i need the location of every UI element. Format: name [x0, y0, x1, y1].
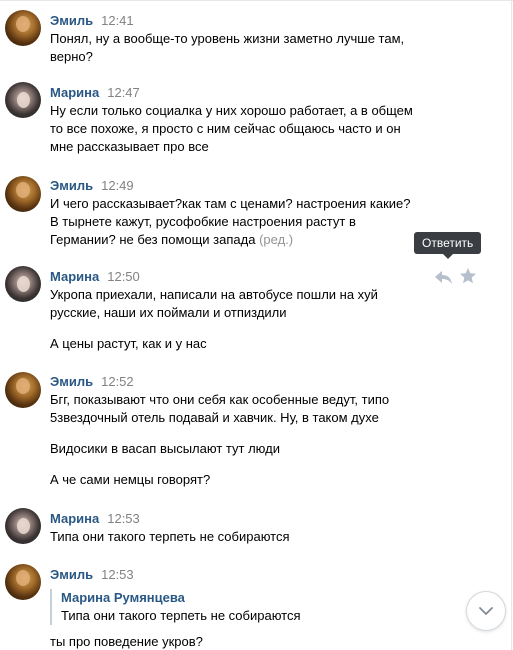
message-text: Понял, ну а вообще-то уровень жизни заме…: [50, 30, 450, 66]
chat-history: Эмиль 12:41 Понял, ну а вообще-то уровень…: [0, 0, 513, 650]
message-time[interactable]: 12:49: [101, 178, 134, 193]
avatar[interactable]: [5, 564, 41, 600]
text-line: В тырнете кажут, русофобкие настроения р…: [50, 214, 356, 229]
message-text: Укропа приехали, написали на автобусе по…: [50, 286, 450, 353]
message-header: Марина 12:47: [50, 84, 140, 101]
author-name[interactable]: Марина: [50, 85, 99, 100]
message-item: Марина 12:47 Ну если только социалка у ни…: [0, 82, 500, 162]
quoted-message[interactable]: Марина Румянцева Типа они такого терпеть…: [50, 589, 301, 625]
text-line: Видосики в васап высылают тут люди: [50, 441, 280, 456]
avatar[interactable]: [5, 176, 41, 212]
text-line-last: Германии? не без помощи запада: [50, 232, 256, 247]
text-line: верно?: [50, 49, 93, 64]
edited-label[interactable]: (ред.): [259, 232, 293, 247]
author-name[interactable]: Марина: [50, 269, 99, 284]
message-time[interactable]: 12:50: [107, 269, 140, 284]
author-name[interactable]: Марина: [50, 511, 99, 526]
text-line: И чего рассказывает?как там с ценами? на…: [50, 196, 411, 211]
author-name[interactable]: Эмиль: [50, 13, 93, 28]
scroll-down-button[interactable]: [466, 591, 506, 631]
right-border: [511, 0, 512, 650]
message-item: Марина 12:53 Типа они такого терпеть не с…: [0, 508, 500, 556]
message-text: Бгг, показывают что они себя как особенн…: [50, 391, 450, 489]
text-line: ты про поведение укров?: [50, 634, 203, 649]
message-header: Марина 12:50: [50, 268, 140, 285]
message-header: Эмиль 12:52: [50, 373, 134, 390]
text-line: А цены растут, как и у нас: [50, 336, 207, 351]
text-line: Ну если только социалка у них хорошо раб…: [50, 103, 413, 118]
quote-text: Типа они такого терпеть не собираются: [61, 608, 301, 623]
avatar[interactable]: [5, 508, 41, 544]
message-header: Марина 12:53: [50, 510, 140, 527]
message-text: Типа они такого терпеть не собираются: [50, 528, 450, 546]
message-item: Эмиль 12:41 Понял, ну а вообще-то уровень…: [0, 10, 500, 70]
author-name[interactable]: Эмиль: [50, 374, 93, 389]
author-name[interactable]: Эмиль: [50, 178, 93, 193]
top-divider: [0, 0, 513, 1]
quote-author[interactable]: Марина Румянцева: [61, 589, 301, 607]
message-item: Эмиль 12:52 Бгг, показывают что они себя …: [0, 372, 500, 496]
avatar[interactable]: [5, 82, 41, 118]
message-text: И чего рассказывает?как там с ценами? на…: [50, 195, 450, 249]
message-header: Эмиль 12:41: [50, 12, 134, 29]
text-line: мне рассказывает про все: [50, 139, 209, 154]
chevron-down-icon: [479, 607, 493, 615]
message-text: ты про поведение укров?: [50, 633, 450, 650]
avatar[interactable]: [5, 372, 41, 408]
message-time[interactable]: 12:52: [101, 374, 134, 389]
author-name[interactable]: Эмиль: [50, 567, 93, 582]
text-line: то все похоже, я просто с ним сейчас общ…: [50, 121, 401, 136]
avatar[interactable]: [5, 10, 41, 46]
message-time[interactable]: 12:41: [101, 13, 134, 28]
message-item: Марина 12:50 Укропа приехали, написали на…: [0, 266, 500, 362]
text-line: Укропа приехали, написали на автобусе по…: [50, 287, 378, 302]
text-line: Бгг, показывают что они себя как особенн…: [50, 392, 390, 407]
message-time[interactable]: 12:53: [101, 567, 134, 582]
message-header: Эмиль 12:49: [50, 177, 134, 194]
message-time[interactable]: 12:53: [107, 511, 140, 526]
reply-tooltip: Ответить: [414, 232, 482, 259]
avatar[interactable]: [5, 266, 41, 302]
message-header: Эмиль 12:53: [50, 566, 134, 583]
text-line: русские, наши их поймали и отпиздили: [50, 305, 287, 320]
message-time[interactable]: 12:47: [107, 85, 140, 100]
message-text: Ну если только социалка у них хорошо раб…: [50, 102, 450, 156]
text-line: Понял, ну а вообще-то уровень жизни заме…: [50, 31, 405, 46]
text-line: 5звездочный отель подавай и хавчик. Ну, …: [50, 410, 379, 425]
text-line: Германии? не без помощи запада (ред.): [50, 231, 450, 249]
text-line: А че сами немцы говорят?: [50, 472, 211, 487]
text-line: Типа они такого терпеть не собираются: [50, 529, 290, 544]
